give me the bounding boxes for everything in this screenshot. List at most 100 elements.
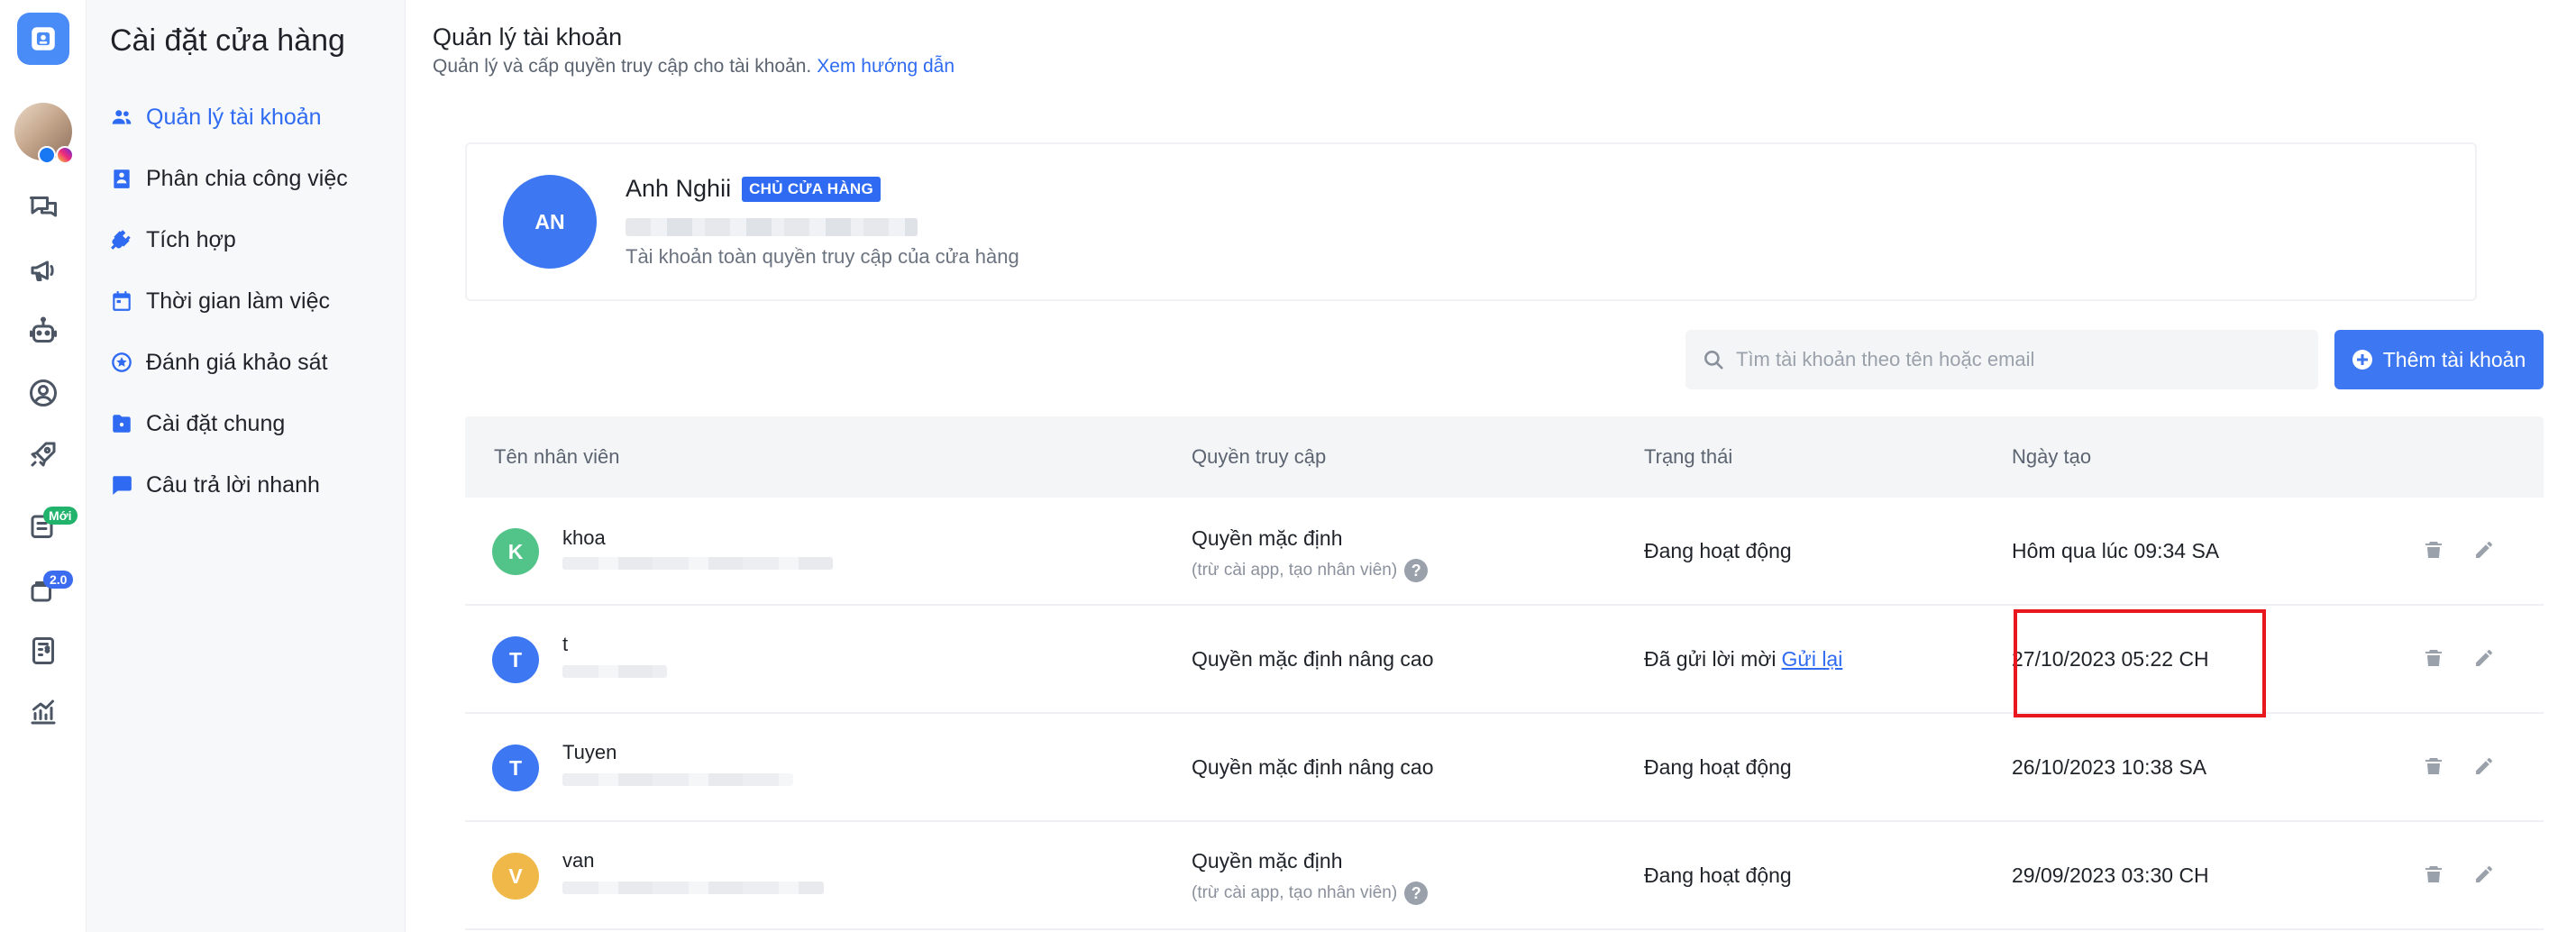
employee-email-redacted xyxy=(562,882,824,894)
facebook-icon xyxy=(38,146,56,164)
help-icon[interactable]: ? xyxy=(1404,559,1429,582)
owner-card: AN Anh Nghii CHỦ CỬA HÀNG Tài khoản toàn… xyxy=(465,142,2477,301)
access-note: (trừ cài app, tạo nhân viên) xyxy=(1192,883,1398,902)
account-search[interactable] xyxy=(1685,330,2318,389)
employee-name: van xyxy=(562,849,595,872)
access-level: Quyền mặc định xyxy=(1192,849,1343,873)
plug-icon xyxy=(110,228,133,251)
menu-item-label: Tích hợp xyxy=(146,226,236,252)
app-logo-icon[interactable] xyxy=(17,13,69,65)
search-input[interactable] xyxy=(1736,348,2313,371)
chat-bubble-icon xyxy=(110,473,133,497)
access-note-row: (trừ cài app, tạo nhân viên) ? xyxy=(1192,559,1429,582)
employee-name: khoa xyxy=(562,526,606,549)
bot-icon[interactable] xyxy=(25,314,61,350)
employee-avatar: K xyxy=(492,528,539,575)
table-row: V van Quyền mặc định (trừ cài app, tạo n… xyxy=(465,822,2544,930)
menu-item-label: Phân chia công việc xyxy=(146,165,348,191)
star-badge-icon xyxy=(110,351,133,374)
page-title: Quản lý tài khoản xyxy=(433,23,623,50)
help-icon[interactable]: ? xyxy=(1404,882,1429,905)
guide-link[interactable]: Xem hướng dẫn xyxy=(817,56,955,77)
access-note: (trừ cài app, tạo nhân viên) xyxy=(1192,561,1398,580)
menu-item-work-assignment[interactable]: Phân chia công việc xyxy=(110,160,348,196)
table-row: T Tuyen Quyền mặc định nâng cao Đang hoạ… xyxy=(465,714,2544,822)
employee-email-redacted xyxy=(562,665,667,678)
employee-email-redacted xyxy=(562,773,793,786)
instagram-icon xyxy=(56,146,74,164)
created-date: Hôm qua lúc 09:34 SA xyxy=(2012,539,2220,562)
delete-icon[interactable] xyxy=(2421,645,2446,671)
page-avatar[interactable] xyxy=(14,103,74,164)
menu-item-account-management[interactable]: Quản lý tài khoản xyxy=(110,99,322,135)
access-level: Quyền mặc định nâng cao xyxy=(1192,647,1434,671)
version-badge: 2.0 xyxy=(43,571,74,589)
menu-item-survey-rating[interactable]: Đánh giá khảo sát xyxy=(110,344,328,380)
invoice-icon[interactable] xyxy=(25,633,61,669)
edit-icon[interactable] xyxy=(2471,754,2497,779)
users-icon xyxy=(110,105,133,129)
menu-item-quick-replies[interactable]: Câu trả lời nhanh xyxy=(110,467,320,503)
employee-avatar: T xyxy=(492,745,539,791)
edit-icon[interactable] xyxy=(2471,862,2497,887)
customer-icon[interactable] xyxy=(25,375,61,411)
icon-rail: Mới 2.0 xyxy=(0,0,87,932)
status-cell: Đã gửi lời mời Gửi lại xyxy=(1644,647,1842,672)
menu-item-working-hours[interactable]: Thời gian làm việc xyxy=(110,283,330,319)
menu-item-integration[interactable]: Tích hợp xyxy=(110,222,236,258)
menu-item-label: Thời gian làm việc xyxy=(146,288,330,314)
access-level: Quyền mặc định xyxy=(1192,526,1343,550)
new-badge: Mới xyxy=(43,507,78,525)
owner-description: Tài khoản toàn quyền truy cập của cửa hà… xyxy=(626,245,1019,268)
created-date: 29/09/2023 03:30 CH xyxy=(2012,863,2209,887)
owner-name: Anh Nghii xyxy=(626,175,732,202)
add-account-label: Thêm tài khoản xyxy=(2382,347,2526,371)
settings-menu-title: Cài đặt cửa hàng xyxy=(110,23,345,58)
menu-item-label: Quản lý tài khoản xyxy=(146,104,322,130)
status: Đang hoạt động xyxy=(1644,863,1792,887)
owner-role-badge: CHỦ CỬA HÀNG xyxy=(742,176,882,202)
page-subtitle: Quản lý và cấp quyền truy cập cho tài kh… xyxy=(433,56,955,78)
resend-invite-link[interactable]: Gửi lại xyxy=(1782,647,1843,671)
delete-icon[interactable] xyxy=(2421,862,2446,887)
settings-menu: Cài đặt cửa hàng Quản lý tài khoản Phân … xyxy=(87,0,406,932)
created-date: 27/10/2023 05:22 CH xyxy=(2012,647,2209,671)
table-row: T t Quyền mặc định nâng cao Đã gửi lời m… xyxy=(465,606,2544,714)
employee-name: Tuyen xyxy=(562,741,617,763)
employee-email-redacted xyxy=(562,557,833,570)
delete-icon[interactable] xyxy=(2421,537,2446,562)
edit-icon[interactable] xyxy=(2471,645,2497,671)
assignment-icon xyxy=(110,167,133,190)
status: Đang hoạt động xyxy=(1644,755,1792,779)
search-icon xyxy=(1704,351,1723,370)
table-row: K khoa Quyền mặc định (trừ cài app, tạo … xyxy=(465,498,2544,606)
status: Đang hoạt động xyxy=(1644,539,1792,562)
rocket-icon[interactable] xyxy=(25,436,61,472)
megaphone-icon[interactable] xyxy=(25,252,61,288)
add-account-button[interactable]: Thêm tài khoản xyxy=(2334,330,2544,389)
access-level: Quyền mặc định nâng cao xyxy=(1192,755,1434,779)
access-note-row: (trừ cài app, tạo nhân viên) ? xyxy=(1192,882,1429,905)
created-date: 26/10/2023 10:38 SA xyxy=(2012,755,2207,779)
folder-gear-icon xyxy=(110,412,133,435)
menu-item-general-settings[interactable]: Cài đặt chung xyxy=(110,406,285,442)
main-content: Quản lý tài khoản Quản lý và cấp quyền t… xyxy=(406,0,2576,932)
owner-avatar: AN xyxy=(503,175,597,269)
delete-icon[interactable] xyxy=(2421,754,2446,779)
status: Đã gửi lời mời xyxy=(1644,647,1777,671)
accounts-table: Tên nhân viên Quyền truy cập Trạng thái … xyxy=(465,416,2544,930)
conversations-icon[interactable] xyxy=(25,189,61,225)
calendar-icon xyxy=(110,289,133,313)
employee-avatar: T xyxy=(492,636,539,683)
employee-name: t xyxy=(562,633,569,655)
header-employee-name: Tên nhân viên xyxy=(494,445,620,468)
menu-item-label: Cài đặt chung xyxy=(146,410,286,436)
owner-name-row: Anh Nghii CHỦ CỬA HÀNG xyxy=(626,175,882,203)
owner-email-redacted xyxy=(626,218,918,236)
analytics-icon[interactable] xyxy=(25,694,61,730)
edit-icon[interactable] xyxy=(2471,537,2497,562)
plus-circle-icon xyxy=(2352,350,2372,370)
menu-item-label: Đánh giá khảo sát xyxy=(146,349,328,375)
table-header: Tên nhân viên Quyền truy cập Trạng thái … xyxy=(465,416,2544,498)
header-created: Ngày tạo xyxy=(2012,445,2092,468)
